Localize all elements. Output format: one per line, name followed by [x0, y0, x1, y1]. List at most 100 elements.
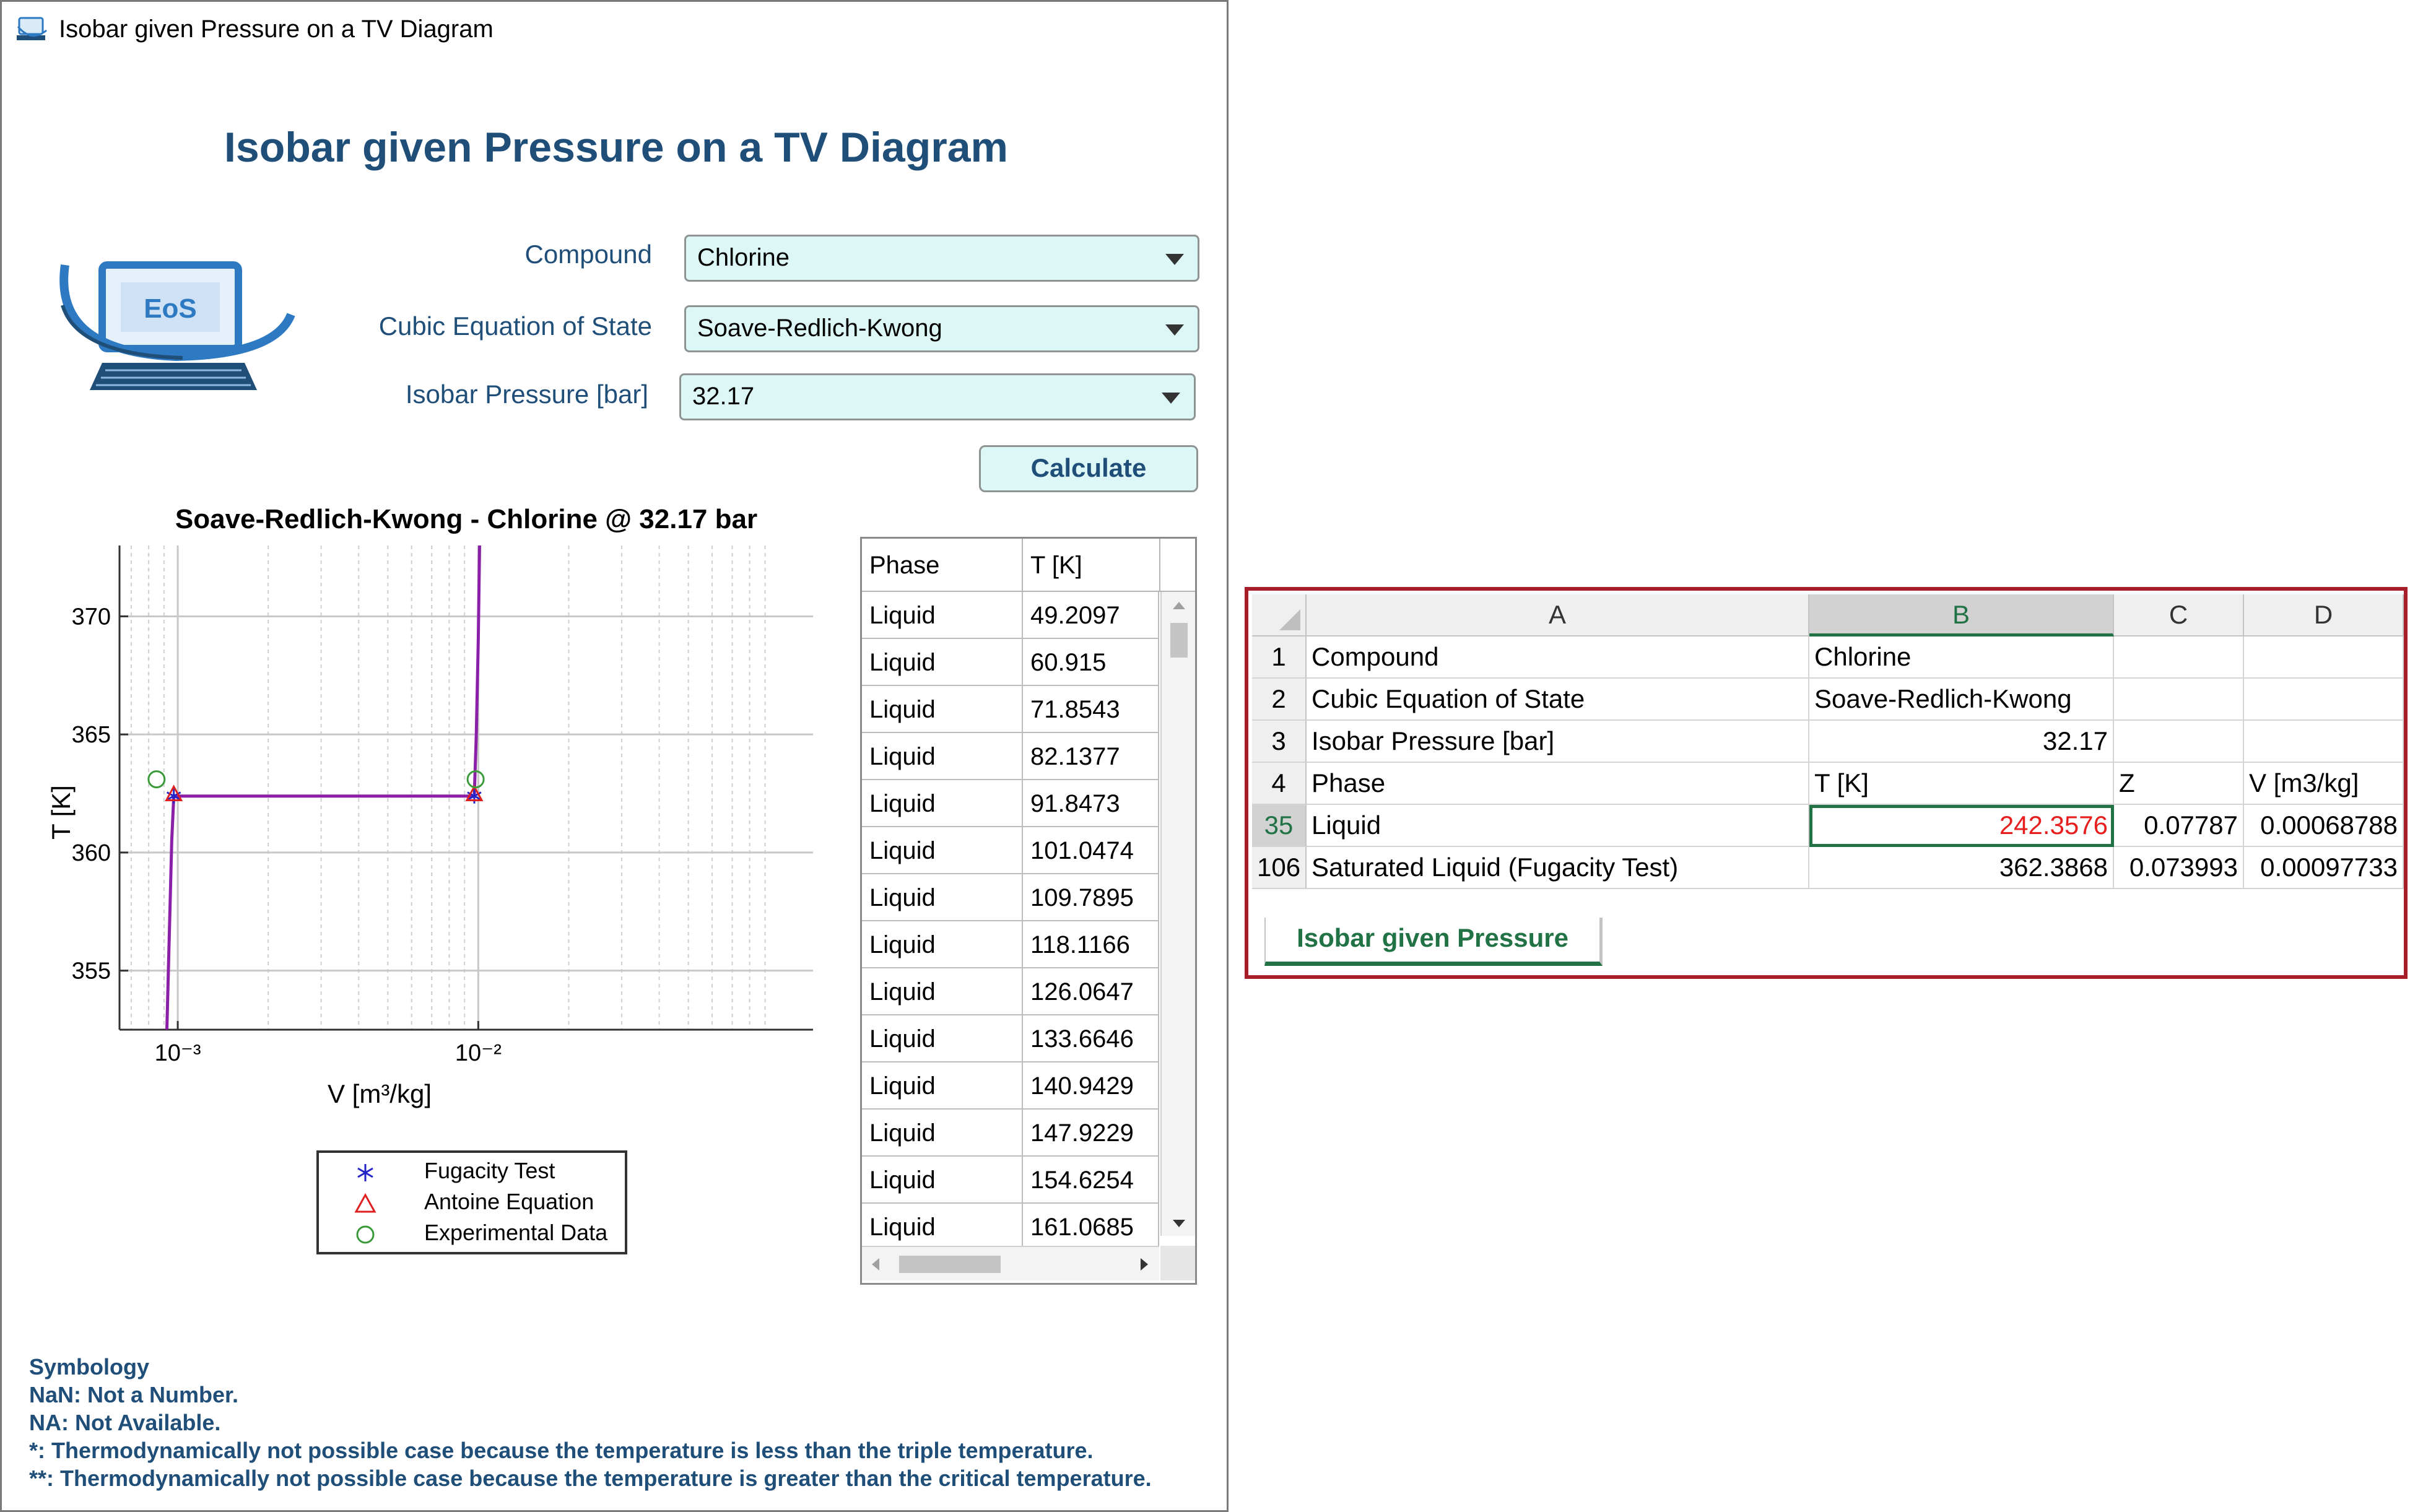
phase-cell[interactable]: Liquid: [862, 1204, 1023, 1246]
phase-cell[interactable]: Liquid: [862, 592, 1023, 639]
temperature-cell[interactable]: 147.9229: [1023, 1110, 1159, 1157]
phase-cell[interactable]: Liquid: [862, 968, 1023, 1015]
symbology-line: **: Thermodynamically not possible case …: [29, 1466, 1152, 1491]
cell-d1[interactable]: [2244, 637, 2404, 679]
cell-c1[interactable]: [2114, 637, 2244, 679]
phase-cell[interactable]: Liquid: [862, 639, 1023, 686]
temperature-cell[interactable]: 126.0647: [1023, 968, 1159, 1015]
cell-b1[interactable]: Chlorine: [1809, 637, 2114, 679]
cell-b2[interactable]: Soave-Redlich-Kwong: [1809, 679, 2114, 721]
phase-cell[interactable]: Liquid: [862, 733, 1023, 780]
scroll-left-icon[interactable]: [869, 1256, 882, 1273]
row-header[interactable]: 35: [1252, 805, 1307, 847]
scroll-up-icon[interactable]: [1170, 599, 1188, 612]
table-row[interactable]: Liquid 161.0685: [862, 1204, 1159, 1246]
cell-b3[interactable]: 32.17: [1809, 721, 2114, 763]
table-row[interactable]: Liquid 101.0474: [862, 827, 1159, 874]
temperature-cell[interactable]: 101.0474: [1023, 827, 1159, 874]
table-row[interactable]: Liquid 133.6646: [862, 1015, 1159, 1062]
eos-select[interactable]: Soave-Redlich-Kwong: [684, 305, 1199, 352]
table-row[interactable]: Liquid 154.6254: [862, 1157, 1159, 1204]
cell-a35[interactable]: Liquid: [1307, 805, 1809, 847]
table-row[interactable]: Liquid 71.8543: [862, 686, 1159, 733]
phase-cell[interactable]: Liquid: [862, 921, 1023, 968]
phase-cell[interactable]: Liquid: [862, 827, 1023, 874]
temperature-cell[interactable]: 109.7895: [1023, 874, 1159, 921]
chevron-down-icon: [1162, 393, 1180, 404]
row-header[interactable]: 4: [1252, 763, 1307, 805]
phase-cell[interactable]: Liquid: [862, 1110, 1023, 1157]
select-all-icon[interactable]: [1277, 607, 1302, 632]
phase-cell[interactable]: Liquid: [862, 1015, 1023, 1062]
table-row[interactable]: Liquid 147.9229: [862, 1110, 1159, 1157]
cell-a106[interactable]: Saturated Liquid (Fugacity Test): [1307, 847, 1809, 889]
temperature-cell[interactable]: 49.2097: [1023, 592, 1159, 639]
table-row[interactable]: Liquid 109.7895: [862, 874, 1159, 921]
phase-cell[interactable]: Liquid: [862, 1157, 1023, 1204]
cell-c106[interactable]: 0.073993: [2114, 847, 2244, 889]
sheet-tab[interactable]: Isobar given Pressure: [1264, 918, 1603, 966]
cell-c4[interactable]: Z: [2114, 763, 2244, 805]
table-row[interactable]: Liquid 49.2097: [862, 592, 1159, 639]
vertical-scrollbar[interactable]: [1160, 592, 1195, 1236]
cell-a3[interactable]: Isobar Pressure [bar]: [1307, 721, 1809, 763]
cell-a4[interactable]: Phase: [1307, 763, 1809, 805]
phase-cell[interactable]: Liquid: [862, 780, 1023, 827]
compound-select[interactable]: Chlorine: [684, 235, 1199, 282]
cell-d4[interactable]: V [m3/kg]: [2244, 763, 2404, 805]
results-table[interactable]: Phase T [K] Liquid 49.2097 Liquid 60.915 Liq…: [860, 537, 1197, 1285]
cell-c3[interactable]: [2114, 721, 2244, 763]
column-header-b[interactable]: B: [1809, 594, 2114, 637]
scroll-right-icon[interactable]: [1138, 1256, 1151, 1273]
pressure-label: Isobar Pressure [bar]: [405, 380, 648, 409]
temperature-cell[interactable]: 91.8473: [1023, 780, 1159, 827]
pressure-select[interactable]: 32.17: [679, 373, 1196, 420]
cell-a2[interactable]: Cubic Equation of State: [1307, 679, 1809, 721]
temperature-cell[interactable]: 71.8543: [1023, 686, 1159, 733]
row-header[interactable]: 106: [1252, 847, 1307, 889]
temperature-cell[interactable]: 133.6646: [1023, 1015, 1159, 1062]
temperature-cell[interactable]: 118.1166: [1023, 921, 1159, 968]
cell-c35[interactable]: 0.07787: [2114, 805, 2244, 847]
vertical-scroll-thumb[interactable]: [1170, 623, 1188, 658]
column-header-c[interactable]: C: [2114, 594, 2244, 637]
calculate-button[interactable]: Calculate: [979, 445, 1198, 492]
cell-d2[interactable]: [2244, 679, 2404, 721]
phase-cell[interactable]: Liquid: [862, 1062, 1023, 1110]
cell-b4[interactable]: T [K]: [1809, 763, 2114, 805]
temperature-cell[interactable]: 161.0685: [1023, 1204, 1159, 1246]
table-row[interactable]: Liquid 60.915: [862, 639, 1159, 686]
cell-d3[interactable]: [2244, 721, 2404, 763]
cell-c2[interactable]: [2114, 679, 2244, 721]
column-header-phase[interactable]: Phase: [862, 539, 1023, 592]
phase-cell[interactable]: Liquid: [862, 874, 1023, 921]
table-row[interactable]: Liquid 126.0647: [862, 968, 1159, 1015]
spreadsheet-grid[interactable]: A B C D 1 Compound Chlorine 2 Cubic Equation of …: [1252, 594, 2404, 923]
temperature-cell[interactable]: 82.1377: [1023, 733, 1159, 780]
row-header[interactable]: 2: [1252, 679, 1307, 721]
temperature-cell[interactable]: 154.6254: [1023, 1157, 1159, 1204]
temperature-cell[interactable]: 60.915: [1023, 639, 1159, 686]
cell-a1[interactable]: Compound: [1307, 637, 1809, 679]
phase-cell[interactable]: Liquid: [862, 686, 1023, 733]
legend-label: Fugacity Test: [424, 1158, 555, 1183]
row-header[interactable]: 1: [1252, 637, 1307, 679]
table-row[interactable]: Liquid 140.9429: [862, 1062, 1159, 1110]
select-all-corner[interactable]: [1252, 594, 1307, 637]
row-header[interactable]: 3: [1252, 721, 1307, 763]
cell-d35[interactable]: 0.00068788: [2244, 805, 2404, 847]
horizontal-scrollbar[interactable]: [862, 1246, 1159, 1280]
table-row[interactable]: Liquid 91.8473: [862, 780, 1159, 827]
x-tick-label: 10⁻²: [455, 1040, 502, 1066]
horizontal-scroll-thumb[interactable]: [899, 1256, 1001, 1273]
column-header-a[interactable]: A: [1307, 594, 1809, 637]
table-row[interactable]: Liquid 118.1166: [862, 921, 1159, 968]
table-row[interactable]: Liquid 82.1377: [862, 733, 1159, 780]
temperature-cell[interactable]: 140.9429: [1023, 1062, 1159, 1110]
selected-cell-b35[interactable]: 242.3576: [1809, 805, 2114, 847]
cell-d106[interactable]: 0.00097733: [2244, 847, 2404, 889]
scroll-down-icon[interactable]: [1170, 1217, 1188, 1230]
column-header-temperature[interactable]: T [K]: [1023, 539, 1160, 592]
cell-b106[interactable]: 362.3868: [1809, 847, 2114, 889]
column-header-d[interactable]: D: [2244, 594, 2404, 637]
